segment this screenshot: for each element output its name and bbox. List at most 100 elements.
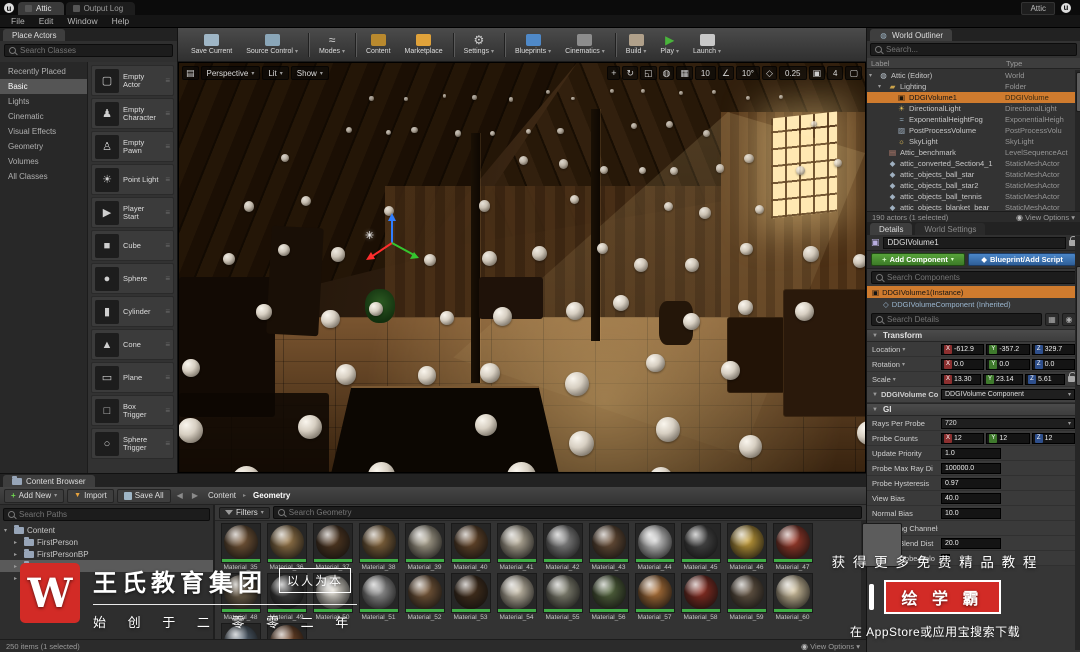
folder-firstperson[interactable]: ▸ FirstPerson (0, 536, 213, 548)
asset-material-42[interactable]: Material_42 (540, 523, 585, 571)
category-all-classes[interactable]: All Classes (0, 169, 87, 184)
search-components-input[interactable] (887, 273, 1071, 282)
scale-snap-icon[interactable]: ◇ (762, 66, 777, 80)
menu-file[interactable]: File (4, 16, 32, 26)
toolbar-build[interactable]: Build ▾ (619, 28, 654, 61)
scale-z-field[interactable]: Z 5.61 (1025, 373, 1065, 385)
toolbar-source-control[interactable]: Source Control ▾ (239, 28, 305, 61)
asset-material-45[interactable]: Material_45 (678, 523, 723, 571)
transform-section-header[interactable]: ▼ Transform (867, 329, 1080, 342)
add-component-button[interactable]: + Add Component ▾ (871, 253, 966, 266)
import-button[interactable]: ▼ Import (67, 488, 114, 503)
details-scrollbar[interactable] (1075, 236, 1080, 650)
location-y-field[interactable]: Y -357.2 (986, 343, 1030, 355)
rotation-y-field[interactable]: Y 0.0 (986, 358, 1030, 370)
maximize-viewport-icon[interactable]: ▢ (845, 66, 862, 80)
add-new-button[interactable]: + Add New ▾ (4, 488, 65, 503)
category-cinematic[interactable]: Cinematic (0, 109, 87, 124)
perspective-button[interactable]: Perspective ▾ (200, 66, 261, 80)
prop-value-field[interactable]: 20.0 (941, 537, 1001, 549)
details-search[interactable] (871, 313, 1042, 326)
place-item-empty-actor[interactable]: ▢ Empty Actor ≡ (91, 65, 174, 96)
toolbar-settings[interactable]: ⚙ Settings ▾ (457, 28, 501, 61)
asset-material-37[interactable]: Material_37 (310, 523, 355, 571)
category-volumes[interactable]: Volumes (0, 154, 87, 169)
category-visual-effects[interactable]: Visual Effects (0, 124, 87, 139)
level-viewport[interactable]: ✳ ▤ Perspective ▾ Lit ▾ Show ▾ + ↻ ◱ ◍ ▦ 10 (178, 62, 866, 473)
viewport-options-icon[interactable]: ▤ (182, 66, 199, 80)
category-geometry[interactable]: Geometry (0, 139, 87, 154)
paths-search[interactable] (3, 508, 210, 521)
expander-icon[interactable]: ▸ (14, 563, 21, 570)
asset-material-62[interactable]: Material_62 (264, 623, 309, 639)
scale-y-field[interactable]: Y 23.14 (983, 373, 1023, 385)
asset-material-43[interactable]: Material_43 (586, 523, 631, 571)
outliner-row-directionallight[interactable]: ☀ DirectionalLight DirectionalLight (867, 103, 1075, 114)
asset-material-56[interactable]: Material_56 (586, 573, 631, 621)
view-mode-button[interactable]: Lit ▾ (262, 66, 289, 80)
save-all-button[interactable]: Save All (116, 488, 171, 503)
show-button[interactable]: Show ▾ (290, 66, 329, 80)
outliner-row-attic-objects-ball-star2[interactable]: ◆ attic_objects_ball_star2 StaticMeshActor (867, 180, 1075, 191)
column-label[interactable]: Label (871, 59, 1006, 68)
asset-material-53[interactable]: Material_53 (448, 573, 493, 621)
details-tab[interactable]: Details (870, 223, 913, 235)
probe-count-y-field[interactable]: Y 12 (986, 432, 1030, 444)
outliner-row-ddgivolume1[interactable]: ▣ DDGIVolume1 DDGIVolume (867, 92, 1075, 103)
expander-icon[interactable]: ▸ (14, 551, 21, 558)
place-item-plane[interactable]: ▭ Plane ≡ (91, 362, 174, 393)
outliner-view-options[interactable]: ◉ View Options ▾ (1016, 213, 1075, 222)
ddgi-component-dropdown[interactable]: DDGIVolume Component ▾ (941, 389, 1075, 400)
asset-material-58[interactable]: Material_58 (678, 573, 723, 621)
outliner-search-input[interactable] (886, 45, 1072, 54)
expander-icon[interactable]: ▾ (4, 527, 11, 534)
menu-help[interactable]: Help (105, 16, 136, 26)
asset-material-61[interactable]: Material_61 (218, 623, 263, 639)
transform-gizmo[interactable] (362, 211, 424, 273)
place-item-player-start[interactable]: ▶ Player Start ≡ (91, 197, 174, 228)
outliner-scrollbar[interactable] (1075, 70, 1080, 211)
prop-value-field[interactable]: 10.0 (941, 507, 1001, 519)
breadcrumb-geometry[interactable]: Geometry (249, 491, 294, 500)
content-browser-tab[interactable]: Content Browser (3, 475, 95, 487)
grid-snap-icon[interactable]: ▦ (676, 66, 693, 80)
tab-attic[interactable]: Attic (18, 2, 64, 15)
place-actors-tab[interactable]: Place Actors (3, 29, 66, 41)
components-search[interactable] (871, 271, 1076, 284)
expander-icon[interactable]: ▾ (878, 83, 885, 90)
asset-material-55[interactable]: Material_55 (540, 573, 585, 621)
asset-material-49[interactable]: Material_49 (264, 573, 309, 621)
actor-name-field[interactable] (882, 236, 1066, 249)
expander-icon[interactable]: ▾ (869, 72, 876, 79)
toolbar-blueprints[interactable]: Blueprints ▾ (508, 28, 558, 61)
asset-material-38[interactable]: Material_38 (356, 523, 401, 571)
place-item-cube[interactable]: ■ Cube ≡ (91, 230, 174, 261)
expander-icon[interactable]: ▸ (14, 539, 21, 546)
rotate-tool-icon[interactable]: ↻ (622, 66, 639, 80)
asset-material-35[interactable]: Material_35 (218, 523, 263, 571)
details-view-options-icon[interactable]: ◉ (1062, 313, 1076, 326)
toolbar-play[interactable]: ▶ Play ▾ (653, 28, 686, 61)
asset-material-47[interactable]: Material_47 (770, 523, 815, 571)
category-recently-placed[interactable]: Recently Placed (0, 64, 87, 79)
asset-material-40[interactable]: Material_40 (448, 523, 493, 571)
prop-value-field[interactable]: 1.0 (941, 447, 1001, 459)
asset-material-46[interactable]: Material_46 (724, 523, 769, 571)
asset-material-44[interactable]: Material_44 (632, 523, 677, 571)
back-button[interactable]: ◀ (174, 491, 186, 500)
folder-geometry[interactable]: ▸ Geometry (0, 560, 213, 572)
asset-material-41[interactable]: Material_41 (494, 523, 539, 571)
translate-tool-icon[interactable]: + (607, 66, 621, 80)
world-settings-tab[interactable]: World Settings (915, 223, 986, 235)
folder-maps[interactable]: ▸ Maps (0, 572, 213, 584)
place-item-sphere[interactable]: ● Sphere ≡ (91, 263, 174, 294)
prop-value-field[interactable]: 100000.0 (941, 462, 1001, 474)
location-z-field[interactable]: Z 329.7 (1031, 343, 1075, 355)
checkbox[interactable] (941, 553, 950, 563)
outliner-row-attic-objects-blanket-bear[interactable]: ◆ attic_objects_blanket_bear StaticMeshAct… (867, 202, 1075, 211)
asset-material-48[interactable]: Material_48 (218, 573, 263, 621)
outliner-row-exponentialheightfog[interactable]: ≈ ExponentialHeightFog ExponentialHeigh (867, 114, 1075, 125)
outliner-row-skylight[interactable]: ☼ SkyLight SkyLight (867, 136, 1075, 147)
scale-lock-icon[interactable] (1068, 372, 1076, 382)
property-matrix-icon[interactable]: ▦ (1045, 313, 1059, 326)
